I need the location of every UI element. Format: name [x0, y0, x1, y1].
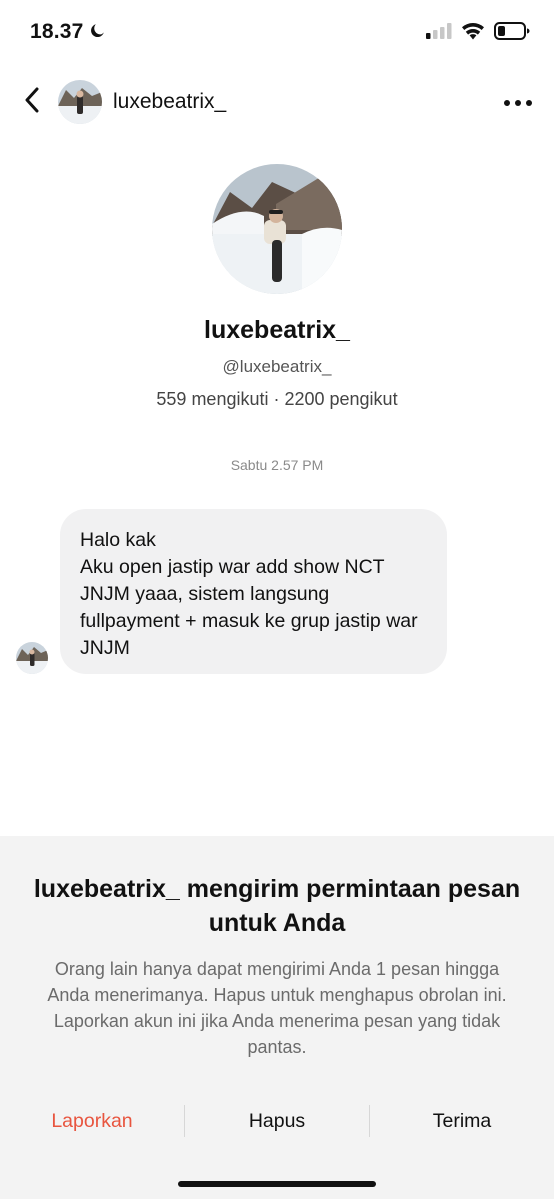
request-title: luxebeatrix_ mengirim permintaan pesan u… — [33, 875, 521, 937]
profile-stats: 559 mengikuti · 2200 pengikut — [156, 389, 398, 409]
message-sender-avatar[interactable] — [16, 642, 48, 674]
request-description: Orang lain hanya dapat mengirimi Anda 1 … — [47, 959, 507, 1057]
request-actions: Laporkan Hapus Terima — [0, 1092, 554, 1150]
message-request-panel: luxebeatrix_ mengirim permintaan pesan u… — [0, 836, 554, 1199]
accept-button[interactable]: Terima — [370, 1092, 554, 1150]
header-username[interactable]: luxebeatrix_ — [113, 90, 226, 114]
status-time-group: 18.37 — [30, 20, 106, 44]
profile-avatar[interactable] — [212, 164, 342, 294]
signal-icon — [426, 23, 452, 44]
wifi-icon — [461, 22, 485, 45]
header-avatar[interactable] — [58, 80, 102, 124]
chat-header: luxebeatrix_ — [0, 74, 554, 130]
profile-display-name: luxebeatrix_ — [204, 316, 350, 344]
report-button[interactable]: Laporkan — [0, 1092, 184, 1150]
home-indicator[interactable] — [178, 1181, 376, 1187]
profile-handle: @luxebeatrix_ — [222, 357, 332, 376]
delete-button[interactable]: Hapus — [185, 1092, 369, 1150]
message-timestamp: Sabtu 2.57 PM — [230, 457, 324, 473]
status-bar: 18.37 — [0, 0, 554, 66]
status-icons — [426, 22, 530, 45]
moon-icon — [90, 20, 106, 44]
more-options-button[interactable] — [498, 84, 538, 120]
status-time: 18.37 — [30, 20, 84, 43]
more-dots-icon — [504, 93, 532, 111]
battery-icon — [494, 22, 530, 45]
message-bubble[interactable]: Halo kak Aku open jastip war add show NC… — [60, 509, 447, 674]
back-button[interactable] — [14, 84, 50, 120]
profile-summary: luxebeatrix_ @luxebeatrix_ 559 mengikuti… — [0, 164, 554, 410]
back-chevron-icon — [24, 87, 40, 118]
